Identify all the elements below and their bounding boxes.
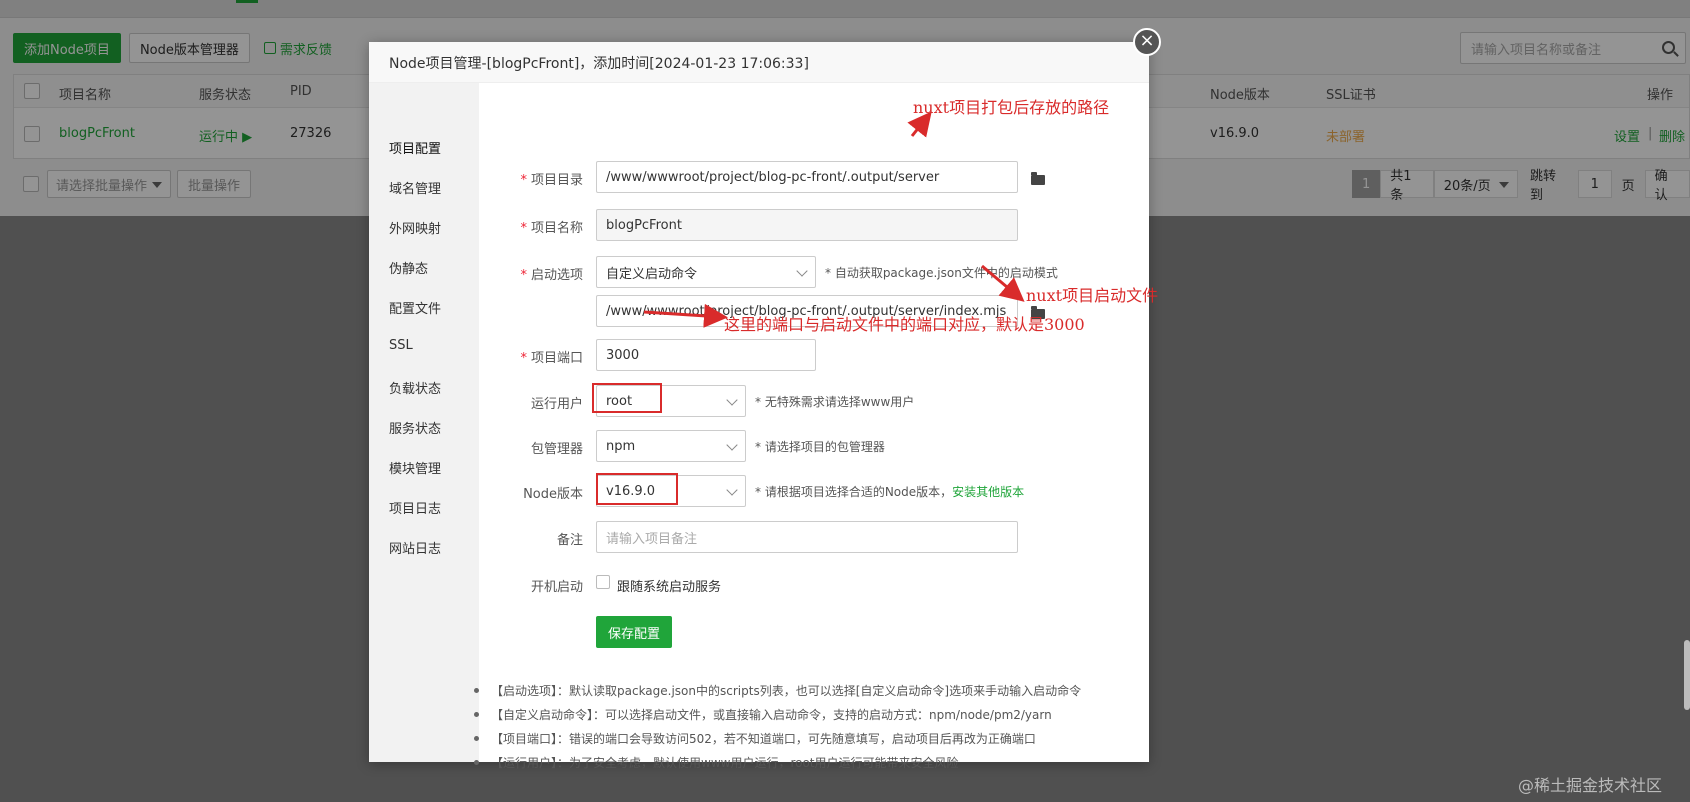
node-project-modal: Node项目管理-[blogPcFront]，添加时间[2024-01-23 1…: [369, 42, 1149, 770]
sidebar-item-config-file[interactable]: 配置文件: [389, 298, 441, 317]
start-option-value: 自定义启动命令: [606, 266, 698, 282]
modal-sidebar: 项目配置 域名管理 外网映射 伪静态 配置文件 SSL 负载状态 服务状态 模块…: [369, 83, 479, 762]
sidebar-item-project-config[interactable]: 项目配置: [389, 138, 441, 157]
chevron-down-icon: [796, 265, 808, 277]
remark-label: 备注: [556, 533, 583, 548]
close-icon[interactable]: ×: [1133, 28, 1161, 56]
node-version-hint: * 请根据项目选择合适的Node版本，安装其他版本: [755, 485, 1025, 499]
boot-start-label: 开机启动: [530, 580, 583, 595]
highlight-box: [596, 473, 678, 505]
list-item: 【自定义启动命令】：可以选择启动文件，或直接输入启动命令，支持的启动方式：npm…: [474, 706, 1052, 723]
remark-input[interactable]: 请输入项目备注: [596, 521, 1018, 553]
boot-start-checkbox-label: 跟随系统启动服务: [617, 580, 722, 595]
chevron-down-icon: [726, 484, 738, 496]
sidebar-item-service-status[interactable]: 服务状态: [389, 418, 441, 437]
folder-icon[interactable]: [1031, 172, 1045, 185]
sidebar-item-external-mapping[interactable]: 外网映射: [389, 218, 441, 237]
list-item: 【项目端口】：错误的端口会导致访问502，若不知道端口，可先随意填写，启动项目后…: [474, 730, 1036, 747]
sidebar-item-load-status[interactable]: 负载状态: [389, 378, 441, 397]
package-manager-value: npm: [606, 438, 636, 454]
project-port-input[interactable]: 3000: [596, 339, 816, 371]
start-option-select[interactable]: 自定义启动命令: [596, 256, 816, 288]
run-user-hint: * 无特殊需求请选择www用户: [755, 395, 915, 409]
sidebar-item-modules[interactable]: 模块管理: [389, 458, 441, 477]
page-scrollbar[interactable]: [1684, 640, 1690, 710]
run-user-label: 运行用户: [530, 397, 583, 412]
project-name-input[interactable]: blogPcFront: [596, 209, 1018, 241]
list-item: 【运行用户】：为了安全考虑，默认使用www用户运行，root用户运行可能带来安全…: [474, 754, 959, 771]
project-dir-label: * 项目目录: [520, 173, 583, 188]
watermark-text: @稀土掘金技术社区: [1518, 776, 1663, 795]
sidebar-item-ssl[interactable]: SSL: [389, 338, 413, 353]
sidebar-item-site-log[interactable]: 网站日志: [389, 538, 441, 557]
chevron-down-icon: [726, 439, 738, 451]
project-port-label: * 项目端口: [520, 351, 583, 366]
annotation-path-note: nuxt项目打包后存放的路径: [913, 98, 1110, 117]
list-item: 【启动选项】：默认读取package.json中的scripts列表，也可以选择…: [474, 682, 1081, 699]
boot-start-checkbox[interactable]: [596, 575, 610, 589]
chevron-down-icon: [726, 394, 738, 406]
sidebar-item-rewrite[interactable]: 伪静态: [389, 258, 428, 277]
highlight-box: [592, 383, 662, 413]
sidebar-item-project-log[interactable]: 项目日志: [389, 498, 441, 517]
save-config-button[interactable]: 保存配置: [596, 616, 673, 648]
project-name-label: * 项目名称: [520, 221, 583, 236]
project-config-form: * 项目目录 /www/wwwroot/project/blog-pc-front…: [479, 83, 1149, 762]
node-version-label: Node版本: [523, 487, 583, 502]
package-manager-select[interactable]: npm: [596, 430, 746, 462]
package-manager-label: 包管理器: [530, 442, 583, 457]
sidebar-item-domain[interactable]: 域名管理: [389, 178, 441, 197]
package-manager-hint: * 请选择项目的包管理器: [755, 440, 885, 454]
start-option-hint: * 自动获取package.json文件中的启动模式: [825, 266, 1058, 280]
start-option-label: * 启动选项: [520, 268, 583, 283]
install-other-versions-link[interactable]: 安装其他版本: [952, 485, 1024, 499]
project-dir-input[interactable]: /www/wwwroot/project/blog-pc-front/.outp…: [596, 161, 1018, 193]
modal-title: Node项目管理-[blogPcFront]，添加时间[2024-01-23 1…: [369, 42, 1149, 83]
annotation-start-file-note: nuxt项目启动文件: [1026, 286, 1159, 305]
annotation-port-note: 这里的端口与启动文件中的端口对应，默认是3000: [724, 315, 1085, 334]
